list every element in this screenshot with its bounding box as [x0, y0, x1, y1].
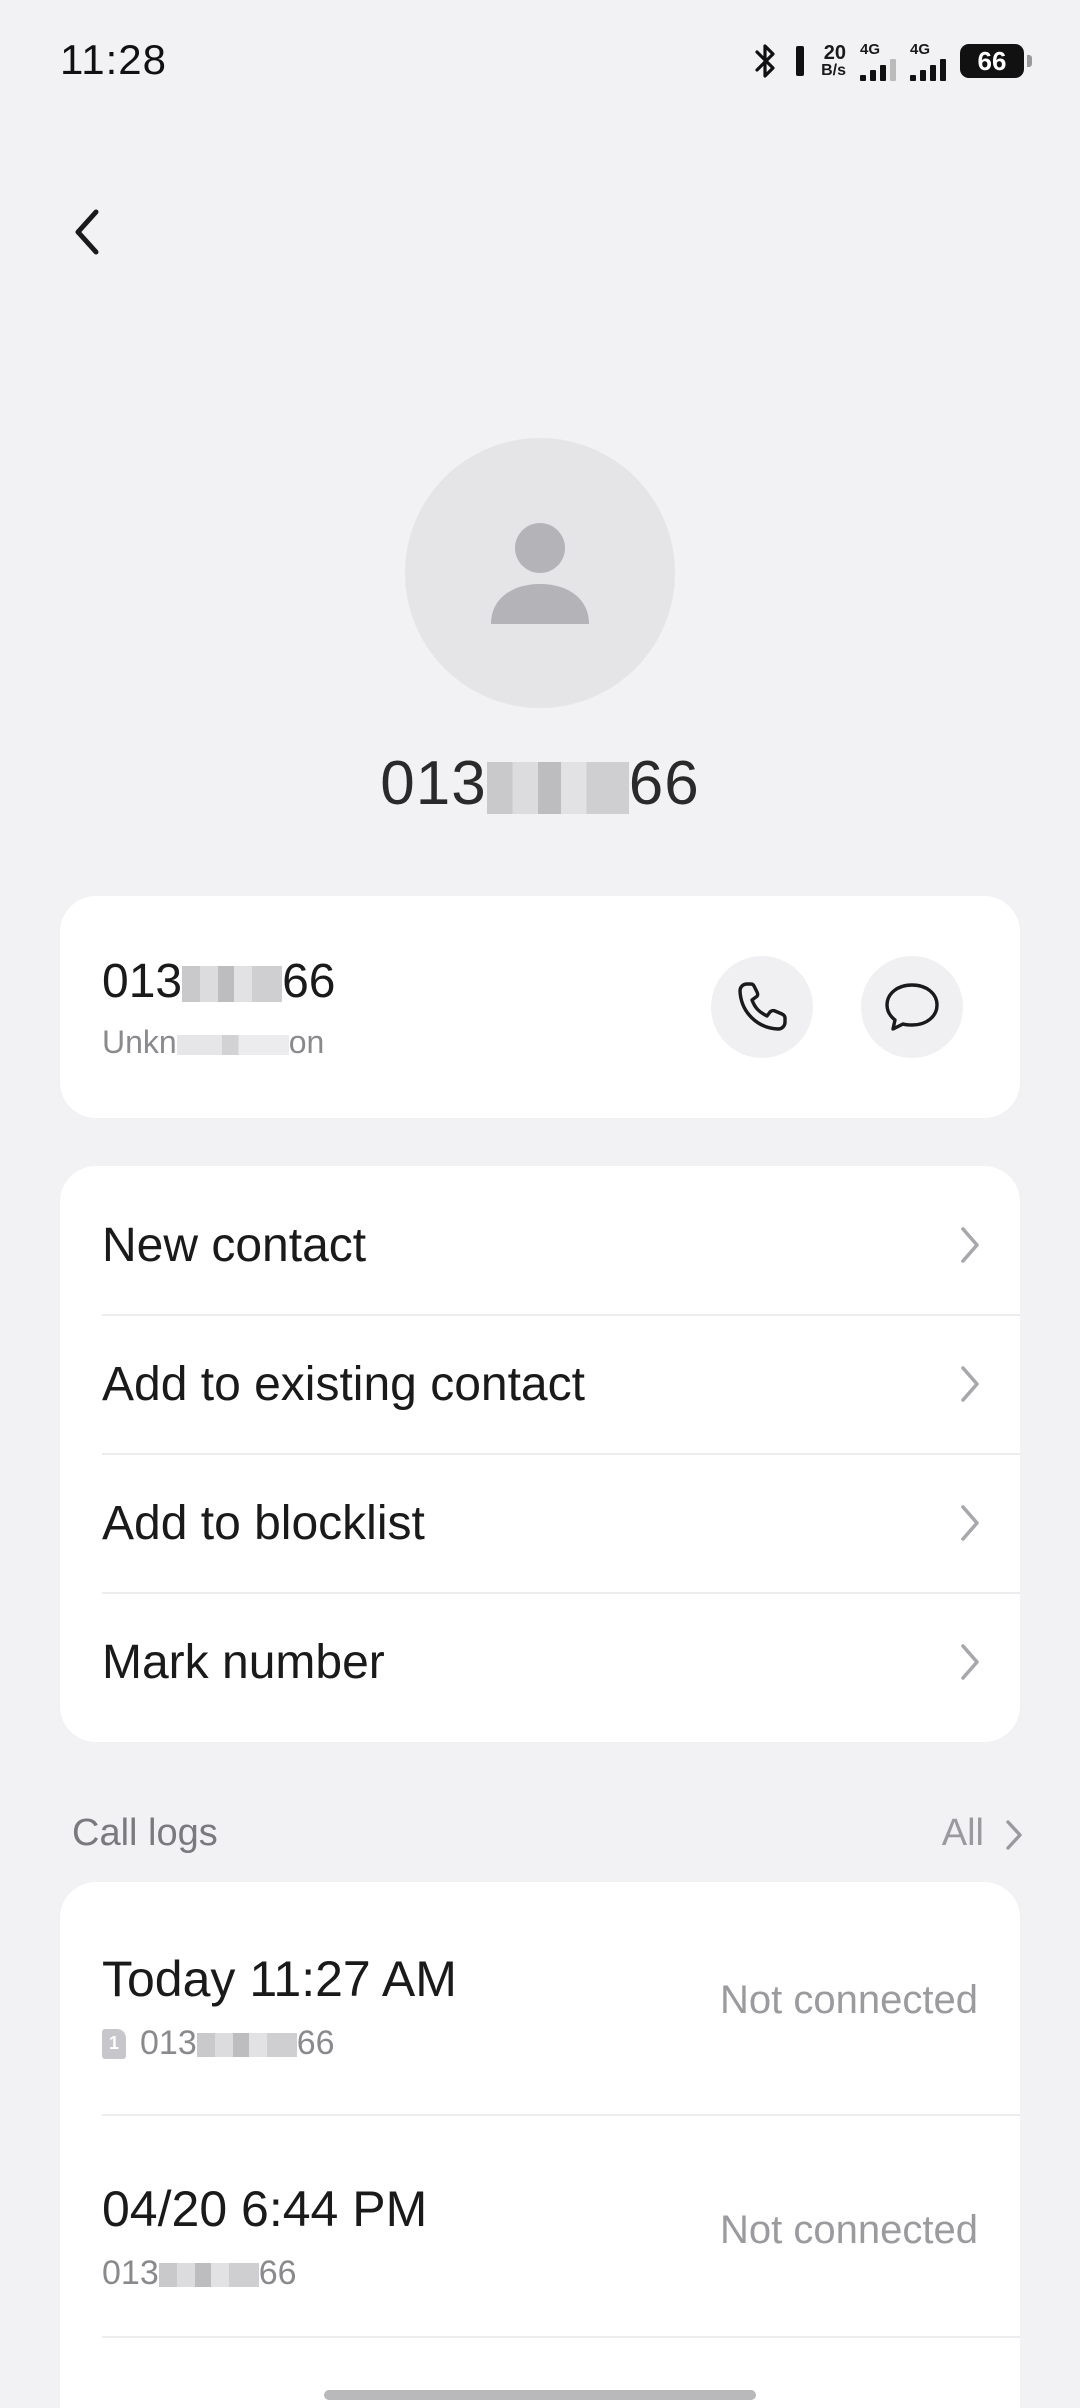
- chevron-left-icon: [75, 209, 99, 255]
- sim-card-icon: 1: [102, 2028, 126, 2059]
- message-button[interactable]: [861, 956, 963, 1058]
- redacted-digits: [182, 966, 283, 1003]
- add-to-blocklist-row[interactable]: Add to blocklist: [60, 1454, 1020, 1592]
- divider: [102, 2336, 1020, 2338]
- new-contact-row[interactable]: New contact: [60, 1176, 1020, 1314]
- chevron-right-icon: [961, 1505, 979, 1541]
- add-to-existing-contact-row[interactable]: Add to existing contact: [60, 1315, 1020, 1453]
- sim2-signal-icon: 4G: [910, 42, 946, 81]
- chat-bubble-icon: [885, 983, 939, 1031]
- chevron-right-icon[interactable]: [1004, 1818, 1024, 1852]
- bluetooth-icon: [753, 42, 779, 80]
- person-icon: [491, 523, 589, 624]
- redacted-digits: [486, 761, 629, 814]
- redacted-digits: [196, 2033, 297, 2058]
- sim1-signal-icon: 4G: [860, 42, 896, 81]
- chevron-right-icon: [961, 1644, 979, 1680]
- phone-icon: [738, 982, 787, 1031]
- call-button[interactable]: [711, 956, 813, 1058]
- mark-number-row[interactable]: Mark number: [60, 1593, 1020, 1731]
- call-log-number: 013 66: [102, 2254, 297, 2292]
- status-time: 11:28: [60, 36, 167, 83]
- phone-number-title: 013 66: [380, 749, 700, 818]
- redacted-digits: [158, 2263, 259, 2288]
- redacted-location: [176, 1034, 289, 1055]
- back-button[interactable]: [56, 200, 120, 264]
- vibrate-icon: [793, 43, 807, 79]
- call-logs-title: Call logs: [72, 1812, 218, 1854]
- actions-card: New contact Add to existing contact Add …: [60, 1166, 1020, 1742]
- call-log-number: 1 013 66: [102, 2024, 335, 2063]
- call-status: Not connected: [720, 1978, 978, 2022]
- number-line: 013 66: [102, 955, 336, 1008]
- network-speed: 20 B/s: [821, 42, 846, 79]
- status-icons: 20 B/s 4G 4G 66: [753, 36, 1032, 86]
- call-log-entry[interactable]: 04/20 6:44 PM 013 66 Not connected: [60, 2104, 1020, 2326]
- contact-detail-screen: 11:28 20 B/s 4G 4G 66 013 66 013 66 Unkn…: [0, 0, 1080, 2408]
- number-location: Unkn on: [102, 1024, 325, 1060]
- battery-icon: 66: [960, 44, 1032, 78]
- home-indicator[interactable]: [324, 2390, 756, 2400]
- status-bar: 11:28 20 B/s 4G 4G 66: [0, 0, 1080, 124]
- call-log-entry[interactable]: Today 11:27 AM 1 013 66 Not connected: [60, 1882, 1020, 2104]
- chevron-right-icon: [961, 1227, 979, 1263]
- call-logs-all-link[interactable]: All: [942, 1812, 984, 1855]
- number-card: 013 66 Unkn on: [60, 896, 1020, 1118]
- contact-avatar: [405, 438, 675, 708]
- chevron-right-icon: [961, 1366, 979, 1402]
- call-logs-header: Call logs All: [72, 1806, 1024, 1866]
- call-status: Not connected: [720, 2208, 978, 2252]
- call-logs-card: Today 11:27 AM 1 013 66 Not connected 04/…: [60, 1882, 1020, 2408]
